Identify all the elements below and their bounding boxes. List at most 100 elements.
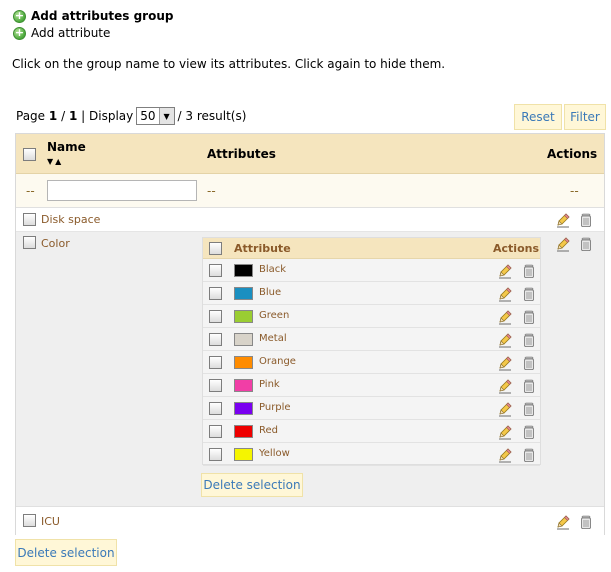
- row-checkbox[interactable]: [23, 213, 36, 226]
- color-swatch: [234, 425, 253, 438]
- sort-arrows-icon[interactable]: ▼▲: [47, 157, 63, 166]
- filter-row: -- -- --: [16, 174, 604, 208]
- attribute-row[interactable]: Pink: [203, 374, 540, 397]
- attribute-name: Green: [259, 310, 290, 321]
- trash-icon[interactable]: [521, 332, 537, 348]
- plus-icon: +: [13, 25, 26, 40]
- attribute-row[interactable]: Purple: [203, 397, 540, 420]
- attribute-row[interactable]: Yellow: [203, 443, 540, 466]
- trash-icon[interactable]: [521, 401, 537, 417]
- table-row[interactable]: Color Attribute Actions Black Blue Green Me…: [16, 232, 604, 507]
- per-page-select[interactable]: 50 ▼: [136, 107, 175, 125]
- add-attributes-group-link[interactable]: + Add attributes group: [13, 9, 173, 23]
- name-filter-input[interactable]: [47, 180, 197, 201]
- pencil-edit-icon[interactable]: [497, 424, 513, 440]
- instructions-text: Click on the group name to view its attr…: [12, 57, 446, 71]
- row-checkbox[interactable]: [23, 514, 36, 527]
- pencil-edit-icon[interactable]: [555, 514, 571, 530]
- attribute-checkbox[interactable]: [209, 448, 222, 461]
- attribute-name: Black: [259, 264, 287, 275]
- trash-icon[interactable]: [521, 447, 537, 463]
- trash-icon[interactable]: [578, 212, 594, 228]
- attribute-name: Yellow: [259, 448, 290, 459]
- delete-selection-button[interactable]: Delete selection: [15, 539, 117, 566]
- page-total: 1: [68, 109, 78, 123]
- add-attribute-label[interactable]: Add attribute: [31, 26, 110, 40]
- display-label: | Display: [81, 109, 134, 123]
- attribute-checkbox[interactable]: [209, 425, 222, 438]
- pencil-edit-icon[interactable]: [497, 263, 513, 279]
- color-swatch: [234, 448, 253, 461]
- pencil-edit-icon[interactable]: [555, 212, 571, 228]
- attribute-name: Red: [259, 425, 278, 436]
- results-count: / 3 result(s): [177, 109, 247, 123]
- per-page-value: 50: [140, 109, 156, 123]
- trash-icon[interactable]: [578, 236, 594, 252]
- trash-icon[interactable]: [521, 424, 537, 440]
- attribute-checkbox[interactable]: [209, 264, 222, 277]
- trash-icon[interactable]: [521, 378, 537, 394]
- page-label: Page: [16, 109, 46, 123]
- pencil-edit-icon[interactable]: [555, 236, 571, 252]
- pencil-edit-icon[interactable]: [497, 309, 513, 325]
- trash-icon[interactable]: [578, 514, 594, 530]
- pencil-edit-icon[interactable]: [497, 401, 513, 417]
- attribute-checkbox[interactable]: [209, 333, 222, 346]
- plus-icon: +: [13, 8, 26, 23]
- add-attribute-link[interactable]: + Add attribute: [13, 26, 110, 40]
- filter-checkbox-placeholder: --: [26, 184, 35, 198]
- pencil-edit-icon[interactable]: [497, 332, 513, 348]
- pencil-edit-icon[interactable]: [497, 355, 513, 371]
- attribute-groups-table: Name ▼▲ Attributes Actions -- -- -- Disk…: [15, 133, 605, 535]
- table-row[interactable]: Disk space: [16, 208, 604, 232]
- color-swatch: [234, 287, 253, 300]
- color-swatch: [234, 356, 253, 369]
- attribute-name: Metal: [259, 333, 287, 344]
- pagination: Page 1 / 1 | Display 50 ▼ / 3 result(s): [16, 107, 246, 125]
- group-name-color[interactable]: Color: [41, 237, 70, 250]
- trash-icon[interactable]: [521, 286, 537, 302]
- chevron-down-icon[interactable]: ▼: [158, 108, 174, 124]
- group-name-disk-space[interactable]: Disk space: [41, 213, 100, 226]
- color-swatch: [234, 333, 253, 346]
- attribute-checkbox[interactable]: [209, 402, 222, 415]
- attribute-row[interactable]: Red: [203, 420, 540, 443]
- color-swatch: [234, 402, 253, 415]
- column-header-actions: Actions: [547, 147, 598, 161]
- attribute-checkbox[interactable]: [209, 379, 222, 392]
- delete-selection-button-attributes[interactable]: Delete selection: [201, 473, 303, 497]
- attribute-row[interactable]: Blue: [203, 282, 540, 305]
- attribute-name: Blue: [259, 287, 282, 298]
- group-name-icu[interactable]: ICU: [41, 515, 60, 528]
- reset-button[interactable]: Reset: [514, 104, 562, 130]
- attribute-checkbox[interactable]: [209, 287, 222, 300]
- pencil-edit-icon[interactable]: [497, 378, 513, 394]
- column-header-actions: Actions: [493, 242, 539, 255]
- pencil-edit-icon[interactable]: [497, 286, 513, 302]
- attribute-name: Orange: [259, 356, 296, 367]
- trash-icon[interactable]: [521, 355, 537, 371]
- attribute-row[interactable]: Orange: [203, 351, 540, 374]
- attribute-name: Pink: [259, 379, 280, 390]
- row-checkbox[interactable]: [23, 236, 36, 249]
- table-row[interactable]: ICU: [16, 508, 604, 535]
- filter-button[interactable]: Filter: [564, 104, 606, 130]
- column-header-name[interactable]: Name: [47, 140, 86, 154]
- attribute-row[interactable]: Metal: [203, 328, 540, 351]
- attribute-row[interactable]: Black: [203, 259, 540, 282]
- trash-icon[interactable]: [521, 309, 537, 325]
- column-header-attribute: Attribute: [234, 242, 291, 255]
- pencil-edit-icon[interactable]: [497, 447, 513, 463]
- add-attributes-group-label[interactable]: Add attributes group: [31, 9, 173, 23]
- attribute-checkbox[interactable]: [209, 356, 222, 369]
- attribute-checkbox[interactable]: [209, 310, 222, 323]
- attribute-row[interactable]: Green: [203, 305, 540, 328]
- attribute-name: Purple: [259, 402, 291, 413]
- table-header: Name ▼▲ Attributes Actions: [16, 134, 604, 174]
- select-all-attributes-checkbox[interactable]: [209, 242, 222, 255]
- attributes-filter-placeholder: --: [207, 184, 216, 198]
- trash-icon[interactable]: [521, 263, 537, 279]
- color-swatch: [234, 264, 253, 277]
- sub-table-header: Attribute Actions: [203, 238, 540, 259]
- select-all-checkbox[interactable]: [23, 148, 36, 161]
